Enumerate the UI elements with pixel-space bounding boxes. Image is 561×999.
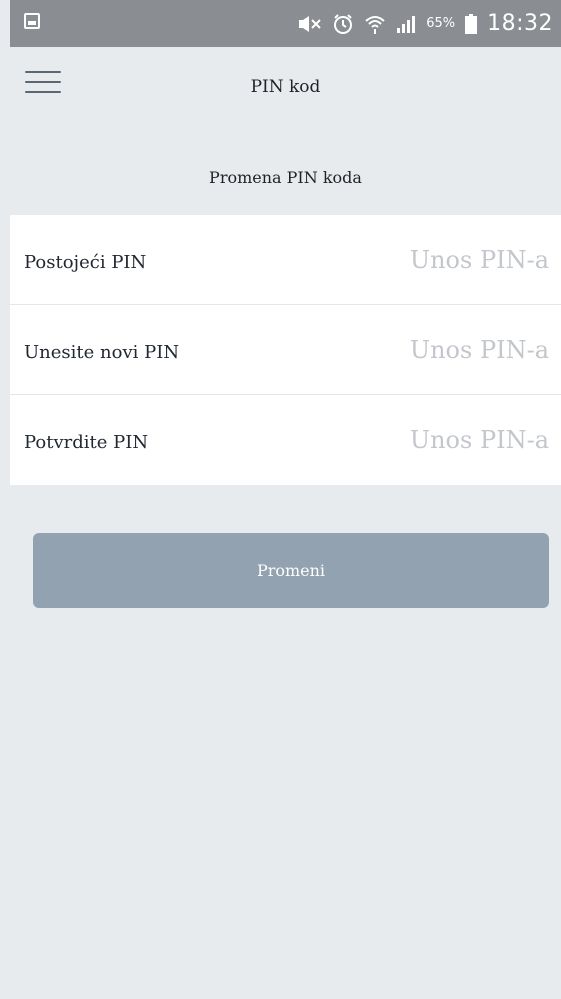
new-pin-input[interactable] bbox=[329, 332, 549, 368]
confirm-pin-row: Potvrdite PIN bbox=[10, 395, 561, 485]
confirm-pin-label: Potvrdite PIN bbox=[24, 432, 149, 453]
gallery-icon bbox=[24, 13, 40, 29]
page-title: PIN kod bbox=[250, 77, 321, 97]
alarm-icon bbox=[334, 13, 353, 34]
change-pin-button[interactable]: Promeni bbox=[33, 533, 549, 608]
status-time: 18:32 bbox=[487, 10, 553, 36]
section-title: Promena PIN koda bbox=[209, 168, 362, 187]
signal-icon bbox=[397, 15, 416, 33]
status-icons: 65% 18:32 bbox=[298, 0, 553, 47]
mute-icon bbox=[299, 15, 321, 32]
current-pin-label: Postojeći PIN bbox=[24, 252, 147, 273]
new-pin-label: Unesite novi PIN bbox=[24, 342, 180, 363]
app-header: PIN kod bbox=[10, 47, 561, 131]
confirm-pin-input[interactable] bbox=[329, 422, 549, 458]
pin-change-form: Postojeći PIN Unesite novi PIN Potvrdite… bbox=[10, 215, 561, 485]
status-bar: 65% 18:32 bbox=[10, 0, 561, 47]
battery-percentage: 65% bbox=[426, 16, 456, 31]
current-pin-row: Postojeći PIN bbox=[10, 215, 561, 305]
wifi-icon bbox=[365, 15, 385, 34]
current-pin-input[interactable] bbox=[329, 242, 549, 278]
new-pin-row: Unesite novi PIN bbox=[10, 305, 561, 395]
battery-icon bbox=[465, 13, 478, 34]
